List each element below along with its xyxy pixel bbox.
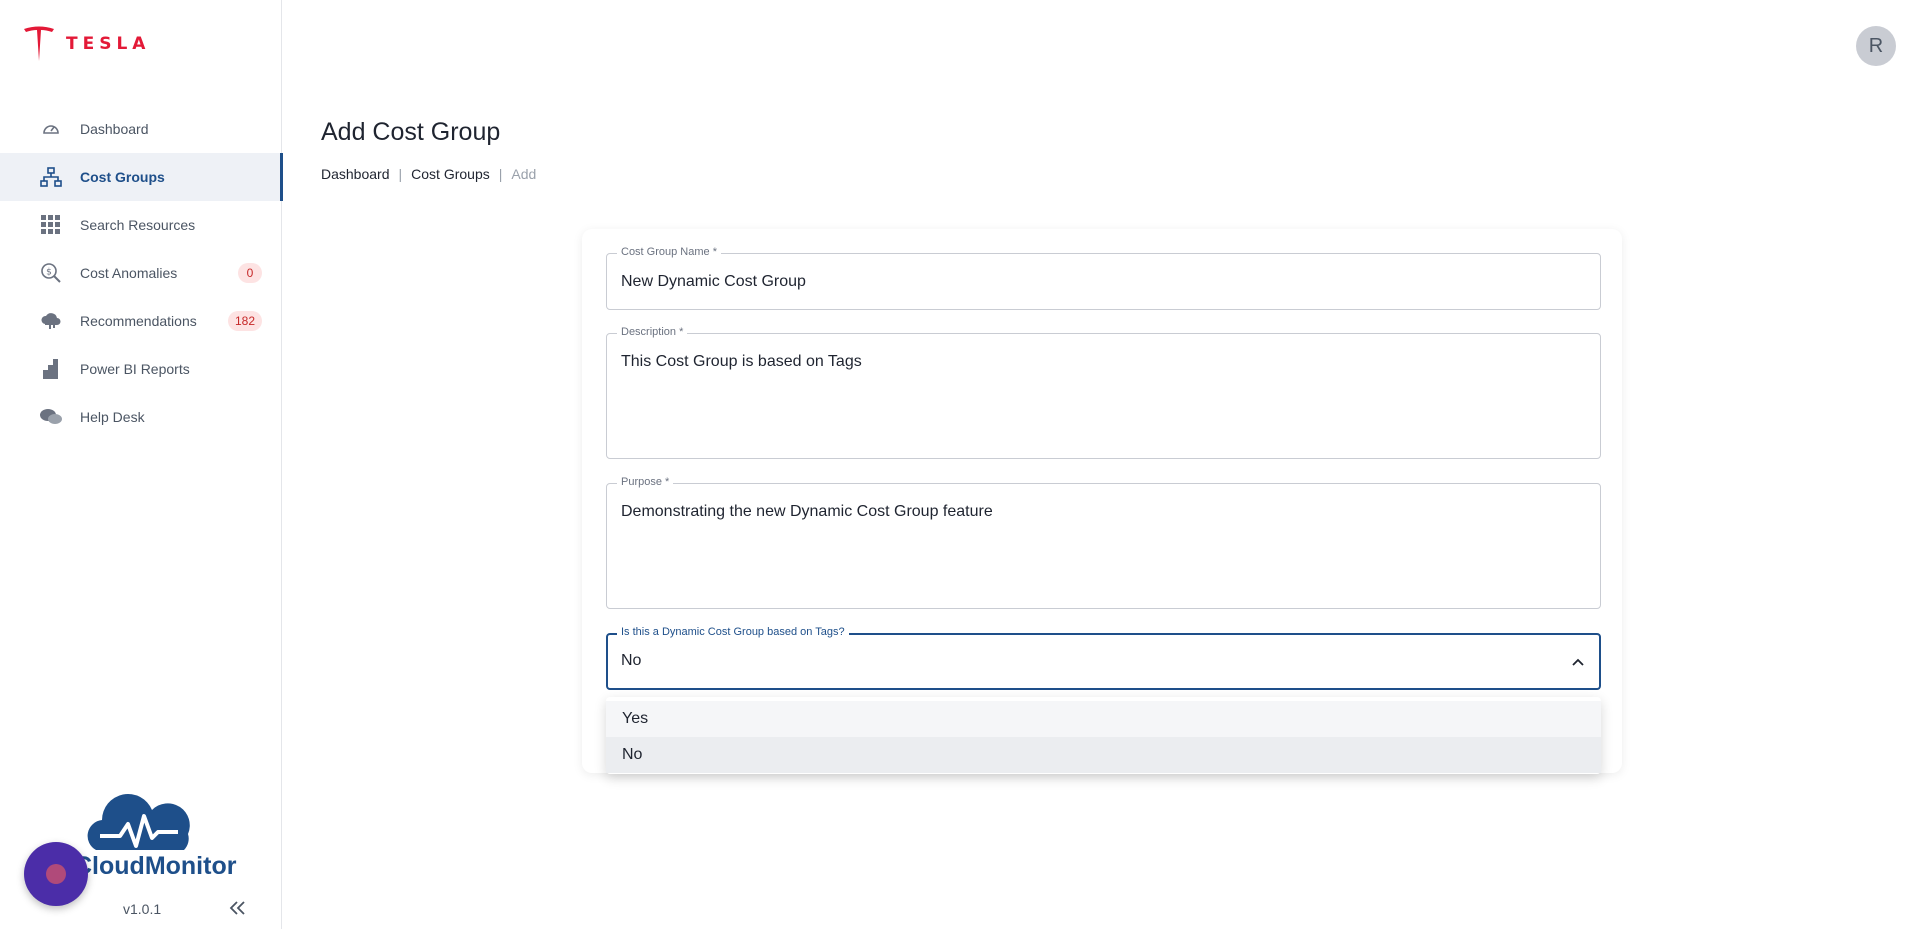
breadcrumb-separator: | <box>498 166 503 182</box>
add-cost-group-form: Cost Group Name * New Dynamic Cost Group… <box>582 229 1622 773</box>
sidebar: TESLA Dashboard Cost Groups Search Resou… <box>0 0 283 929</box>
product-name: CloudMonitor <box>74 852 237 880</box>
breadcrumb: Dashboard | Cost Groups | Add <box>321 166 536 182</box>
assistant-fab-button[interactable] <box>24 842 88 906</box>
sidebar-nav: Dashboard Cost Groups Search Resources $… <box>0 105 283 441</box>
collapse-sidebar-button[interactable] <box>226 896 250 920</box>
description-value: This Cost Group is based on Tags <box>621 353 862 370</box>
sidebar-item-help-desk[interactable]: Help Desk <box>0 393 282 441</box>
sidebar-item-cost-anomalies[interactable]: $ Cost Anomalies 0 <box>0 249 282 297</box>
sidebar-item-dashboard[interactable]: Dashboard <box>0 105 282 153</box>
breadcrumb-dashboard[interactable]: Dashboard <box>321 166 390 182</box>
tesla-wordmark: TESLA <box>66 34 151 54</box>
breadcrumb-cost-groups[interactable]: Cost Groups <box>411 166 490 182</box>
cost-group-name-value: New Dynamic Cost Group <box>621 273 806 290</box>
page-title: Add Cost Group <box>321 118 501 146</box>
cost-group-name-field[interactable]: Cost Group Name * New Dynamic Cost Group <box>606 246 1601 310</box>
purpose-value: Demonstrating the new Dynamic Cost Group… <box>621 503 993 520</box>
tesla-t-icon <box>24 26 54 61</box>
dynamic-cost-group-options: Yes No <box>606 697 1601 774</box>
sidebar-item-power-bi-reports[interactable]: Power BI Reports <box>0 345 282 393</box>
breadcrumb-current: Add <box>511 166 537 182</box>
cost-group-name-label: Cost Group Name * <box>617 246 721 258</box>
sidebar-item-label: Dashboard <box>80 121 149 137</box>
sidebar-item-label: Search Resources <box>80 217 196 233</box>
tesla-logo[interactable]: TESLA <box>22 24 150 64</box>
breadcrumb-separator: | <box>398 166 403 182</box>
anomalies-count-badge: 0 <box>238 263 262 283</box>
dynamic-cost-group-select[interactable]: Is this a Dynamic Cost Group based on Ta… <box>606 626 1601 690</box>
chevron-up-icon[interactable] <box>1569 653 1587 671</box>
sidebar-item-cost-groups[interactable]: Cost Groups <box>0 153 283 201</box>
dynamic-cost-group-label: Is this a Dynamic Cost Group based on Ta… <box>617 626 849 638</box>
purpose-field[interactable]: Purpose * Demonstrating the new Dynamic … <box>606 476 1601 609</box>
sidebar-item-label: Recommendations <box>80 313 197 329</box>
double-chevron-left-icon <box>229 901 245 915</box>
cloud-icon <box>40 310 62 332</box>
description-label: Description * <box>617 326 688 338</box>
svg-text:$: $ <box>46 268 52 278</box>
gauge-icon <box>40 118 62 140</box>
option-yes[interactable]: Yes <box>606 701 1601 737</box>
sidebar-item-label: Cost Anomalies <box>80 265 178 281</box>
sidebar-item-label: Help Desk <box>80 409 145 425</box>
chat-icon <box>40 406 62 428</box>
user-avatar[interactable]: R <box>1856 26 1896 66</box>
sidebar-item-search-resources[interactable]: Search Resources <box>0 201 282 249</box>
sidebar-item-label: Cost Groups <box>80 169 165 185</box>
assistant-icon <box>46 864 66 884</box>
purpose-label: Purpose * <box>617 476 674 488</box>
sidebar-item-label: Power BI Reports <box>80 361 190 377</box>
app-version: v1.0.1 <box>123 901 162 917</box>
hierarchy-icon <box>40 166 62 188</box>
sidebar-item-recommendations[interactable]: Recommendations 182 <box>0 297 282 345</box>
recommendations-count-badge: 182 <box>227 311 262 331</box>
dollar-search-icon: $ <box>40 262 62 284</box>
description-field[interactable]: Description * This Cost Group is based o… <box>606 326 1601 459</box>
grid-icon <box>40 214 62 236</box>
dynamic-cost-group-value: No <box>621 652 642 669</box>
option-no[interactable]: No <box>606 737 1601 773</box>
bar-chart-icon <box>40 358 62 380</box>
